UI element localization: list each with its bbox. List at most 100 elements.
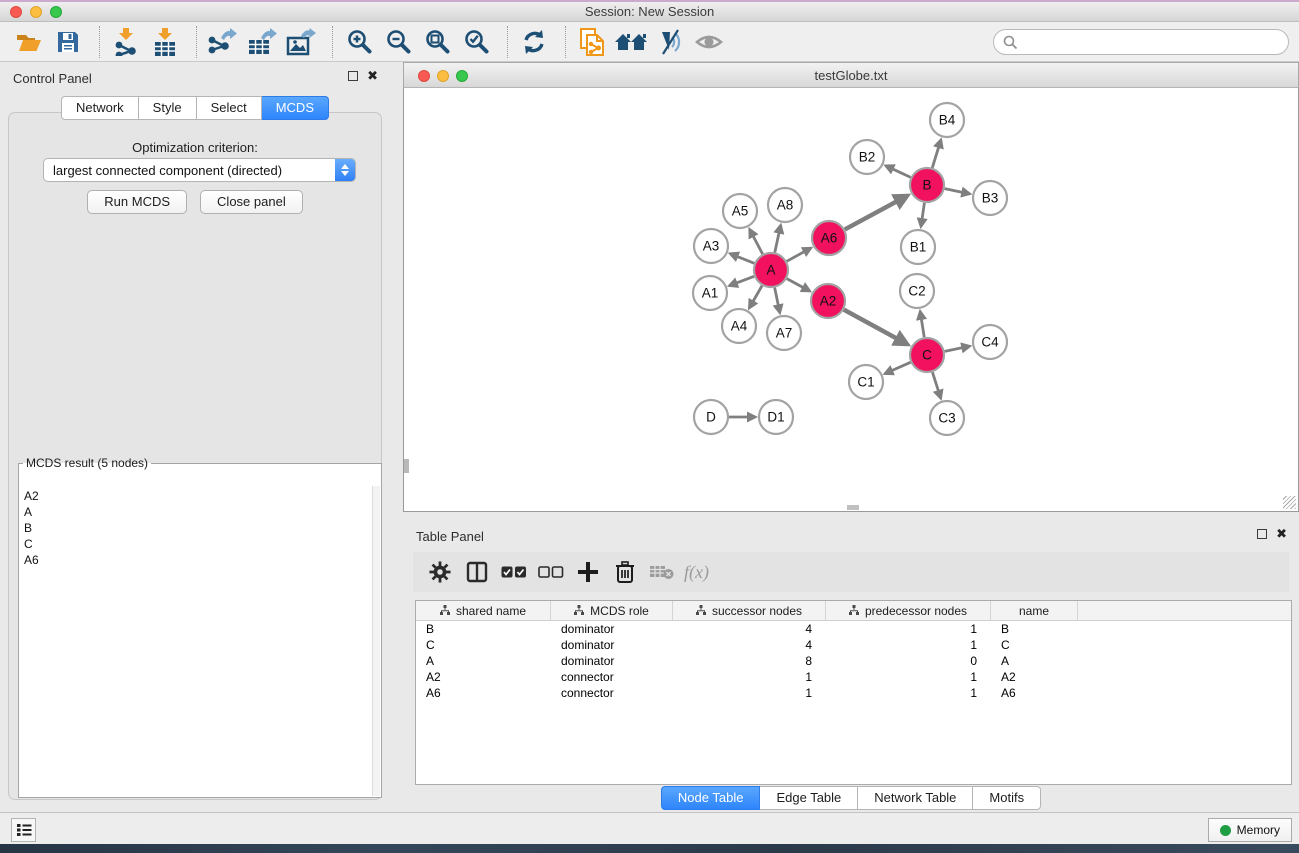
graphics-details-icon[interactable] [653, 25, 687, 59]
graph-edge-B-B3[interactable] [945, 189, 963, 193]
table-cell[interactable]: 1 [826, 637, 991, 653]
graph-edge-A6-B[interactable] [845, 201, 897, 229]
copy-network-icon[interactable] [575, 25, 609, 59]
export-image-icon[interactable] [284, 25, 318, 59]
resize-grip-icon[interactable] [1283, 496, 1296, 509]
import-network-icon[interactable] [109, 25, 143, 59]
graph-edge-A-A3[interactable] [737, 256, 754, 263]
table-row[interactable]: Adominator80A [416, 653, 1291, 669]
table-cell[interactable]: connector [551, 669, 673, 685]
home-view-icon[interactable] [614, 25, 648, 59]
result-item[interactable]: A6 [24, 552, 372, 568]
table-cell[interactable]: C [416, 637, 551, 653]
close-table-panel-icon[interactable]: ✖ [1276, 529, 1287, 539]
mcds-result-list[interactable]: A2ABCA6 [20, 486, 372, 796]
tab-motifs[interactable]: Motifs [973, 786, 1041, 810]
graph-edge-A-A6[interactable] [787, 252, 805, 262]
graph-edge-B-B2[interactable] [892, 169, 910, 178]
table-cell[interactable]: dominator [551, 621, 673, 637]
column-header-mcds-role[interactable]: MCDS role [551, 601, 673, 620]
search-input[interactable] [1018, 32, 1288, 52]
search-field[interactable] [993, 29, 1289, 55]
table-cell[interactable]: A6 [991, 685, 1078, 701]
run-mcds-button[interactable]: Run MCDS [87, 190, 187, 214]
zoom-fit-icon[interactable] [420, 25, 454, 59]
save-session-icon[interactable] [51, 25, 85, 59]
close-panel-icon[interactable]: ✖ [367, 71, 378, 81]
graph-edge-B-B1[interactable] [922, 203, 924, 219]
graph-edge-A-A1[interactable] [736, 276, 754, 283]
graph-edge-C-C1[interactable] [892, 362, 911, 370]
graph-edge-C-C3[interactable] [932, 372, 938, 391]
graph-edge-A-A8[interactable] [775, 232, 779, 252]
delete-table-icon[interactable] [643, 555, 680, 589]
float-table-panel-icon[interactable] [1257, 529, 1267, 539]
graph-edge-C-C4[interactable] [945, 348, 963, 352]
column-header-shared-name[interactable]: shared name [416, 601, 551, 620]
add-row-icon[interactable] [569, 555, 606, 589]
table-cell[interactable]: 1 [673, 669, 826, 685]
tab-node-table[interactable]: Node Table [661, 786, 761, 810]
network-minimize-button[interactable] [437, 70, 449, 82]
export-network-icon[interactable] [206, 25, 240, 59]
table-cell[interactable]: C [991, 637, 1078, 653]
table-cell[interactable]: 1 [826, 685, 991, 701]
table-cell[interactable]: A [416, 653, 551, 669]
criterion-select[interactable]: largest connected component (directed) [43, 158, 356, 182]
table-cell[interactable]: 0 [826, 653, 991, 669]
delete-row-trash-icon[interactable] [606, 555, 643, 589]
settings-gear-icon[interactable] [421, 555, 458, 589]
zoom-in-icon[interactable] [342, 25, 376, 59]
graph-edge-A-A7[interactable] [775, 288, 779, 306]
column-header-name[interactable]: name [991, 601, 1078, 620]
table-row[interactable]: Bdominator41B [416, 621, 1291, 637]
graph-edge-A2-C[interactable] [844, 310, 897, 339]
table-cell[interactable]: 8 [673, 653, 826, 669]
column-header-predecessor-nodes[interactable]: predecessor nodes [826, 601, 991, 620]
network-canvas[interactable]: B4B2BB3A8A5A6A3B1AC2A1A2A4A7C4CC1C3DD1 [403, 88, 1299, 512]
graph-edge-B-B4[interactable] [932, 147, 938, 168]
table-row[interactable]: A6connector11A6 [416, 685, 1291, 701]
float-panel-icon[interactable] [348, 71, 358, 81]
table-cell[interactable]: A2 [991, 669, 1078, 685]
tab-network-table[interactable]: Network Table [858, 786, 973, 810]
tab-edge-table[interactable]: Edge Table [760, 786, 858, 810]
result-item[interactable]: B [24, 520, 372, 536]
graph-edge-A-A4[interactable] [753, 286, 762, 302]
table-cell[interactable]: B [991, 621, 1078, 637]
export-table-icon[interactable] [245, 25, 279, 59]
table-cell[interactable]: 4 [673, 637, 826, 653]
vertical-scrollbar-thumb[interactable] [404, 459, 409, 473]
graph-edge-C-C2[interactable] [921, 319, 924, 337]
result-scrollbar[interactable] [372, 486, 380, 796]
show-columns-icon[interactable] [458, 555, 495, 589]
table-cell[interactable]: 1 [673, 685, 826, 701]
column-header-successor-nodes[interactable]: successor nodes [673, 601, 826, 620]
network-zoom-button[interactable] [456, 70, 468, 82]
result-item[interactable]: A [24, 504, 372, 520]
network-close-button[interactable] [418, 70, 430, 82]
graph-edge-A-A5[interactable] [753, 236, 763, 254]
open-file-icon[interactable] [12, 25, 46, 59]
table-cell[interactable]: A2 [416, 669, 551, 685]
memory-button[interactable]: Memory [1208, 818, 1292, 842]
refresh-layout-icon[interactable] [517, 25, 551, 59]
result-item[interactable]: A2 [24, 488, 372, 504]
zoom-window-button[interactable] [50, 6, 62, 18]
import-table-icon[interactable] [148, 25, 182, 59]
task-history-button[interactable] [11, 818, 36, 842]
graph-edge-A-A2[interactable] [787, 279, 804, 288]
close-window-button[interactable] [10, 6, 22, 18]
table-cell[interactable]: 4 [673, 621, 826, 637]
zoom-out-icon[interactable] [381, 25, 415, 59]
table-cell[interactable]: B [416, 621, 551, 637]
network-graph[interactable]: B4B2BB3A8A5A6A3B1AC2A1A2A4A7C4CC1C3DD1 [404, 88, 1298, 510]
tab-network[interactable]: Network [61, 96, 139, 120]
result-item[interactable]: C [24, 536, 372, 552]
tab-select[interactable]: Select [197, 96, 262, 120]
tab-mcds[interactable]: MCDS [262, 96, 329, 120]
table-cell[interactable]: A [991, 653, 1078, 669]
table-cell[interactable]: dominator [551, 637, 673, 653]
select-all-icon[interactable] [495, 555, 532, 589]
function-builder-icon[interactable]: f(x) [684, 562, 709, 583]
